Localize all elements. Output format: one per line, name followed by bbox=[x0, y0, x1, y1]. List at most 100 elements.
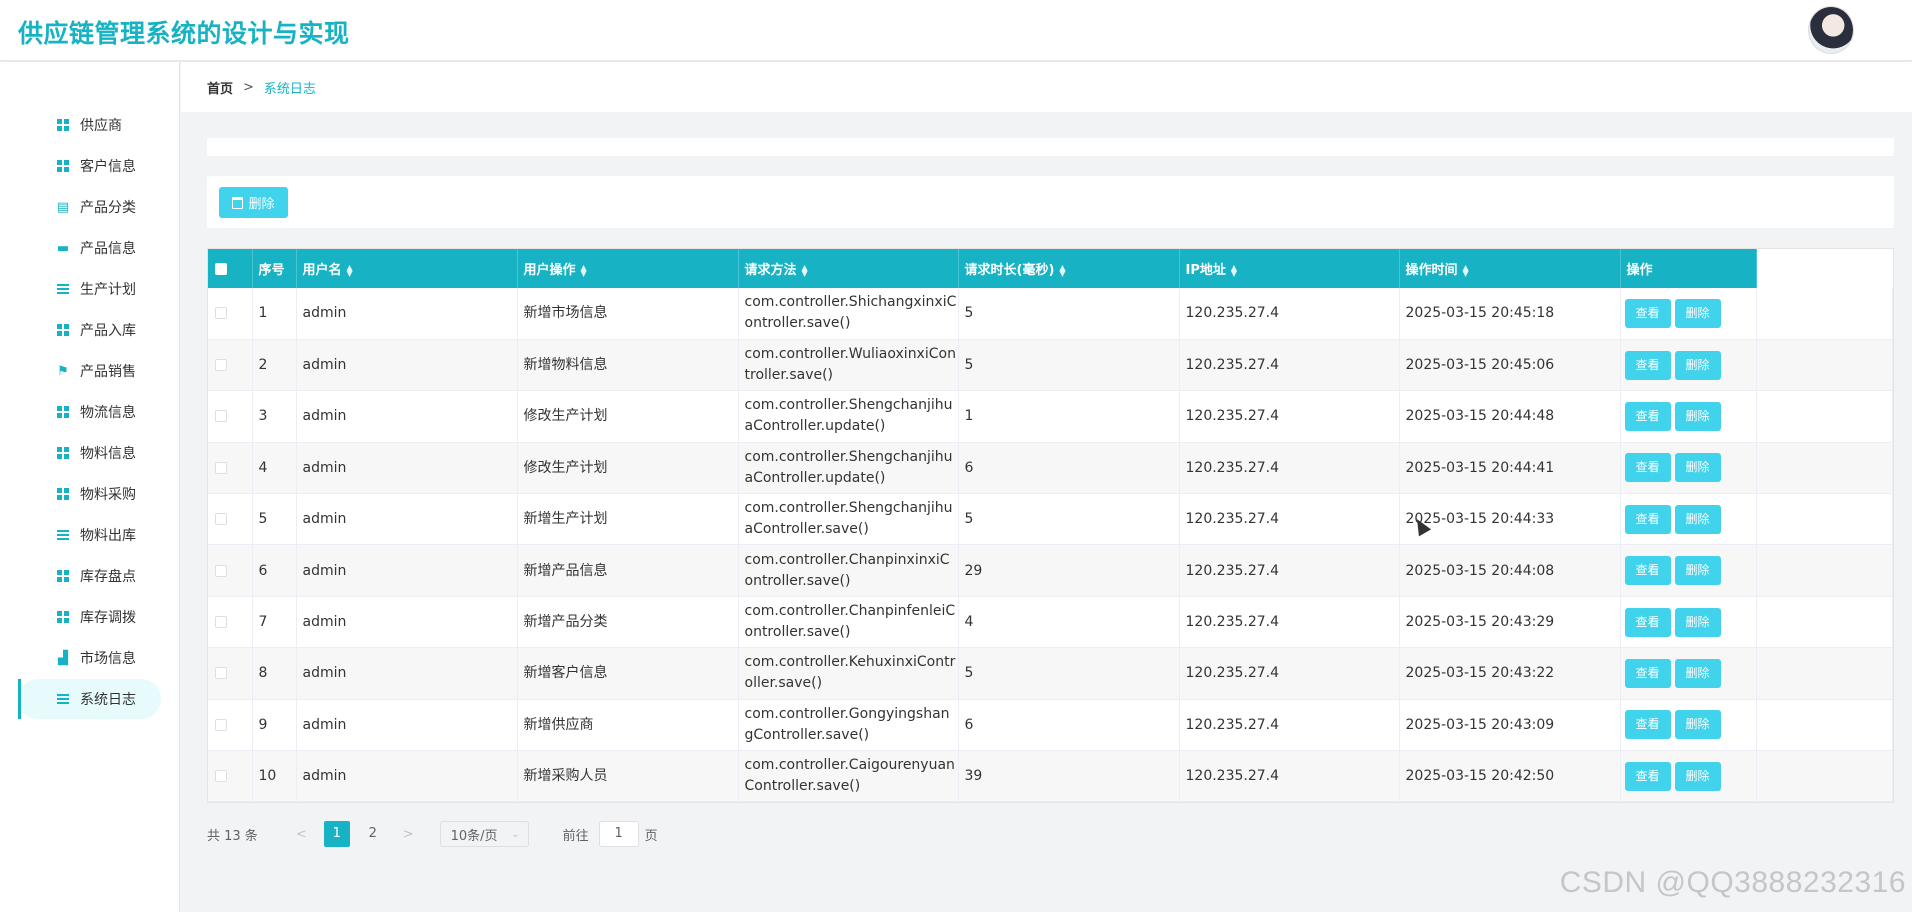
row-checkbox-cell[interactable] bbox=[208, 339, 253, 392]
row-checkbox[interactable] bbox=[215, 410, 227, 423]
page-size-select[interactable]: 10条/页 ⌄ bbox=[439, 821, 529, 847]
table-row[interactable]: 2 admin 新增物料信息 com.controller.WuliaoxinxiCo… bbox=[208, 339, 1894, 392]
sidebar-item[interactable]: ▤ 产品分类 bbox=[18, 187, 161, 227]
page-2-button[interactable]: 2 bbox=[360, 821, 386, 847]
cell-operation: 新增客户信息 bbox=[517, 647, 739, 700]
row-checkbox-cell[interactable] bbox=[208, 596, 253, 649]
list-icon bbox=[56, 528, 70, 542]
row-checkbox[interactable] bbox=[215, 359, 227, 372]
delete-button[interactable]: 删除 bbox=[1674, 401, 1721, 431]
row-checkbox[interactable] bbox=[215, 513, 227, 526]
table-row[interactable]: 10 admin 新增采购人员 com.controller.Caigourenyua… bbox=[208, 750, 1894, 803]
table-row[interactable]: 9 admin 新增供应商 com.controller.GongyingshangC… bbox=[208, 699, 1894, 752]
row-checkbox-cell[interactable] bbox=[208, 493, 253, 546]
table-row[interactable]: 8 admin 新增客户信息 com.controller.KehuxinxiCont… bbox=[208, 647, 1894, 700]
delete-button[interactable]: 删除 bbox=[1674, 298, 1721, 328]
sidebar-item-label: 供应商 bbox=[80, 118, 122, 134]
sidebar-item[interactable]: 物流信息 bbox=[18, 392, 161, 432]
view-button[interactable]: 查看 bbox=[1624, 607, 1671, 637]
view-button[interactable]: 查看 bbox=[1624, 504, 1671, 534]
row-checkbox-cell[interactable] bbox=[208, 288, 253, 340]
table-row[interactable]: 3 admin 修改生产计划 com.controller.Shengchanjihu… bbox=[208, 390, 1894, 443]
sidebar-item[interactable]: 物料出库 bbox=[18, 515, 161, 555]
view-button[interactable]: 查看 bbox=[1624, 298, 1671, 328]
cell-index: 9 bbox=[252, 699, 297, 752]
cell-method: com.controller.ShengchanjihuaController.… bbox=[738, 493, 959, 546]
sort-icon[interactable]: ▲ ▼ bbox=[1463, 263, 1469, 277]
page-1-button[interactable]: 1 bbox=[323, 821, 350, 847]
delete-button[interactable]: 删除 bbox=[1674, 710, 1721, 740]
select-all-header[interactable] bbox=[208, 249, 253, 288]
row-checkbox-cell[interactable] bbox=[208, 647, 253, 700]
view-button[interactable]: 查看 bbox=[1624, 710, 1671, 740]
column-header-duration[interactable]: 请求时长(毫秒) ▲ ▼ bbox=[958, 249, 1180, 288]
sort-icon[interactable]: ▲ ▼ bbox=[347, 263, 353, 277]
table-row[interactable]: 5 admin 新增生产计划 com.controller.Shengchanjihu… bbox=[208, 493, 1894, 546]
sidebar-item[interactable]: 库存盘点 bbox=[18, 556, 161, 596]
batch-delete-button[interactable]: 删除 bbox=[219, 187, 288, 218]
sort-icon[interactable]: ▲ ▼ bbox=[802, 263, 808, 277]
delete-button[interactable]: 删除 bbox=[1674, 556, 1721, 586]
chevron-down-icon: ⌄ bbox=[511, 828, 520, 840]
prev-page-button[interactable]: < bbox=[296, 827, 307, 842]
cell-index: 3 bbox=[252, 390, 297, 443]
column-header-username[interactable]: 用户名 ▲ ▼ bbox=[296, 249, 518, 288]
column-header-method[interactable]: 请求方法 ▲ ▼ bbox=[738, 249, 959, 288]
breadcrumb-home[interactable]: 首页 bbox=[207, 78, 233, 97]
sidebar-item[interactable]: ▟ 市场信息 bbox=[18, 638, 161, 678]
table-row[interactable]: 6 admin 新增产品信息 com.controller.ChanpinxinxiC… bbox=[208, 544, 1894, 597]
grid-icon bbox=[56, 487, 70, 501]
sort-icon[interactable]: ▲ ▼ bbox=[581, 263, 587, 277]
sidebar-item[interactable]: 生产计划 bbox=[18, 269, 161, 309]
row-checkbox[interactable] bbox=[215, 718, 227, 731]
row-checkbox[interactable] bbox=[215, 461, 227, 474]
delete-button[interactable]: 删除 bbox=[1674, 453, 1721, 483]
cell-method: com.controller.ShengchanjihuaController.… bbox=[738, 390, 959, 443]
sidebar-item[interactable]: 客户信息 bbox=[18, 146, 161, 186]
sidebar-item[interactable]: 系统日志 bbox=[18, 679, 161, 719]
view-button[interactable]: 查看 bbox=[1624, 453, 1671, 483]
column-header-operation[interactable]: 用户操作 ▲ ▼ bbox=[517, 249, 739, 288]
delete-button[interactable]: 删除 bbox=[1674, 761, 1721, 791]
row-checkbox[interactable] bbox=[215, 770, 227, 783]
cell-ip: 120.235.27.4 bbox=[1179, 493, 1400, 546]
goto-page-input[interactable]: 1 bbox=[598, 821, 639, 847]
delete-button[interactable]: 删除 bbox=[1674, 607, 1721, 637]
flag-icon: ⚑ bbox=[57, 363, 69, 379]
sort-icon[interactable]: ▲ ▼ bbox=[1059, 263, 1065, 277]
column-header-ip[interactable]: IP地址 ▲ ▼ bbox=[1179, 249, 1400, 288]
table-row[interactable]: 7 admin 新增产品分类 com.controller.Chanpinfenlei… bbox=[208, 596, 1894, 649]
view-button[interactable]: 查看 bbox=[1624, 401, 1671, 431]
table-row[interactable]: 4 admin 修改生产计划 com.controller.Shengchanjihu… bbox=[208, 442, 1894, 495]
select-all-checkbox[interactable] bbox=[215, 262, 227, 275]
sidebar-item[interactable]: ⚑ 产品销售 bbox=[18, 351, 161, 391]
row-checkbox-cell[interactable] bbox=[208, 544, 253, 597]
table-row[interactable]: 1 admin 新增市场信息 com.controller.Shichangxinxi… bbox=[208, 288, 1894, 340]
sidebar-item[interactable]: ▬ 产品信息 bbox=[18, 228, 161, 268]
cell-username: admin bbox=[296, 750, 518, 803]
sidebar-item[interactable]: 供应商 bbox=[18, 105, 161, 145]
row-checkbox[interactable] bbox=[215, 667, 227, 680]
avatar[interactable] bbox=[1808, 6, 1854, 54]
view-button[interactable]: 查看 bbox=[1624, 556, 1671, 586]
sidebar-item[interactable]: 产品入库 bbox=[18, 310, 161, 350]
row-checkbox-cell[interactable] bbox=[208, 699, 253, 752]
row-checkbox-cell[interactable] bbox=[208, 390, 253, 443]
delete-button[interactable]: 删除 bbox=[1674, 658, 1721, 688]
row-checkbox-cell[interactable] bbox=[208, 442, 253, 495]
row-checkbox-cell[interactable] bbox=[208, 750, 253, 803]
row-checkbox[interactable] bbox=[215, 616, 227, 629]
view-button[interactable]: 查看 bbox=[1624, 658, 1671, 688]
row-checkbox[interactable] bbox=[215, 307, 227, 320]
row-checkbox[interactable] bbox=[215, 564, 227, 577]
sidebar-item[interactable]: 物料信息 bbox=[18, 433, 161, 473]
sidebar-item[interactable]: 库存调拨 bbox=[18, 597, 161, 637]
sort-icon[interactable]: ▲ ▼ bbox=[1231, 263, 1237, 277]
next-page-button[interactable]: > bbox=[403, 827, 414, 842]
delete-button[interactable]: 删除 bbox=[1674, 504, 1721, 534]
view-button[interactable]: 查看 bbox=[1624, 350, 1671, 380]
sidebar-item[interactable]: 物料采购 bbox=[18, 474, 161, 514]
column-header-time[interactable]: 操作时间 ▲ ▼ bbox=[1399, 249, 1621, 288]
view-button[interactable]: 查看 bbox=[1624, 761, 1671, 791]
delete-button[interactable]: 删除 bbox=[1674, 350, 1721, 380]
